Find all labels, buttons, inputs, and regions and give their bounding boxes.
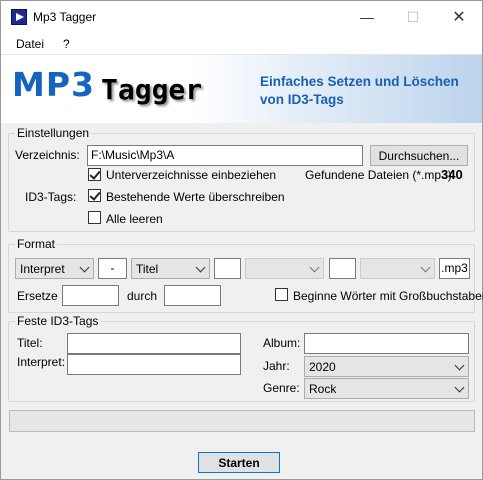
close-button[interactable]: ✕ — [436, 1, 482, 33]
format-field4-select[interactable] — [360, 258, 435, 279]
window-title: Mp3 Tagger — [33, 10, 97, 24]
slogan-line-1: Einfaches Setzen und Löschen — [260, 74, 459, 89]
artist-label: Interpret: — [17, 355, 66, 369]
include-subdirs-label[interactable]: Unterverzeichnisse einbeziehen — [106, 168, 276, 182]
logo-tagger: Tagger — [101, 73, 203, 106]
format-group: Format Interpret - Titel .mp3 Ersetze du… — [8, 237, 483, 313]
settings-group: Einstellungen Verzeichnis: F:\Music\Mp3\… — [8, 126, 475, 232]
directory-label: Verzeichnis: — [15, 148, 80, 162]
with-label: durch — [127, 289, 158, 303]
slogan-line-2: von ID3-Tags — [260, 92, 344, 107]
format-field1-value: Interpret — [20, 262, 65, 276]
extension-label: .mp3 — [439, 258, 470, 279]
fixed-tags-group-legend: Feste ID3-Tags — [15, 314, 101, 328]
title-input[interactable] — [67, 333, 241, 354]
format-separator2-input[interactable] — [214, 258, 241, 279]
chevron-down-icon — [79, 262, 90, 273]
genre-select[interactable]: Rock — [304, 378, 469, 399]
year-label: Jahr: — [263, 359, 290, 373]
app-icon — [11, 9, 27, 25]
found-files-count: 340 — [441, 167, 463, 182]
minimize-button[interactable]: — — [344, 1, 390, 33]
title-bar: Mp3 Tagger — ☐ ✕ — [1, 1, 482, 33]
artist-input[interactable] — [67, 354, 241, 375]
found-files-label: Gefundene Dateien (*.mp3): — [305, 168, 456, 182]
directory-input[interactable]: F:\Music\Mp3\A — [87, 145, 363, 166]
genre-label: Genre: — [263, 381, 300, 395]
banner-slogan: Einfaches Setzen und Löschen von ID3-Tag… — [260, 73, 459, 109]
overwrite-checkbox[interactable] — [88, 189, 101, 202]
include-subdirs-checkbox[interactable] — [88, 168, 101, 181]
settings-group-legend: Einstellungen — [15, 126, 92, 140]
chevron-down-icon — [420, 262, 431, 273]
menu-datei[interactable]: Datei — [16, 37, 44, 51]
chevron-down-icon — [195, 262, 206, 273]
chevron-down-icon — [454, 360, 465, 371]
menu-help[interactable]: ? — [63, 37, 70, 51]
browse-button[interactable]: Durchsuchen... — [370, 145, 468, 166]
chevron-down-icon — [309, 262, 320, 273]
genre-value: Rock — [309, 382, 337, 396]
banner: MP3 Tagger Einfaches Setzen und Löschen … — [1, 55, 482, 123]
album-input[interactable] — [304, 333, 469, 354]
progress-bar — [9, 410, 475, 432]
maximize-button[interactable]: ☐ — [390, 1, 436, 33]
capitalize-label[interactable]: Beginne Wörter mit Großbuchstaben — [293, 289, 483, 303]
fixed-tags-group: Feste ID3-Tags Titel: Interpret: Album: … — [8, 314, 475, 402]
id3-tags-label: ID3-Tags: — [25, 190, 77, 204]
clear-all-label[interactable]: Alle leeren — [106, 212, 163, 226]
menu-bar: Datei ? — [1, 33, 482, 55]
chevron-down-icon — [454, 382, 465, 393]
capitalize-checkbox[interactable] — [275, 288, 288, 301]
format-separator1-input[interactable]: - — [98, 258, 127, 279]
format-field1-select[interactable]: Interpret — [15, 258, 94, 279]
clear-all-checkbox[interactable] — [88, 211, 101, 224]
format-group-legend: Format — [15, 237, 58, 251]
year-value: 2020 — [309, 360, 336, 374]
year-select[interactable]: 2020 — [304, 356, 469, 377]
start-button[interactable]: Starten — [198, 452, 280, 473]
format-field2-select[interactable]: Titel — [131, 258, 210, 279]
replace-label: Ersetze — [17, 289, 58, 303]
main-window: Mp3 Tagger — ☐ ✕ Datei ? MP3 Tagger Einf… — [0, 0, 483, 480]
format-field3-select[interactable] — [245, 258, 324, 279]
replace-input[interactable] — [62, 285, 119, 306]
logo-mp3: MP3 — [12, 65, 95, 104]
format-separator3-input[interactable] — [329, 258, 356, 279]
with-input[interactable] — [164, 285, 221, 306]
format-field2-value: Titel — [136, 262, 159, 276]
overwrite-label[interactable]: Bestehende Werte überschreiben — [106, 190, 285, 204]
title-label: Titel: — [17, 336, 43, 350]
album-label: Album: — [263, 336, 301, 350]
